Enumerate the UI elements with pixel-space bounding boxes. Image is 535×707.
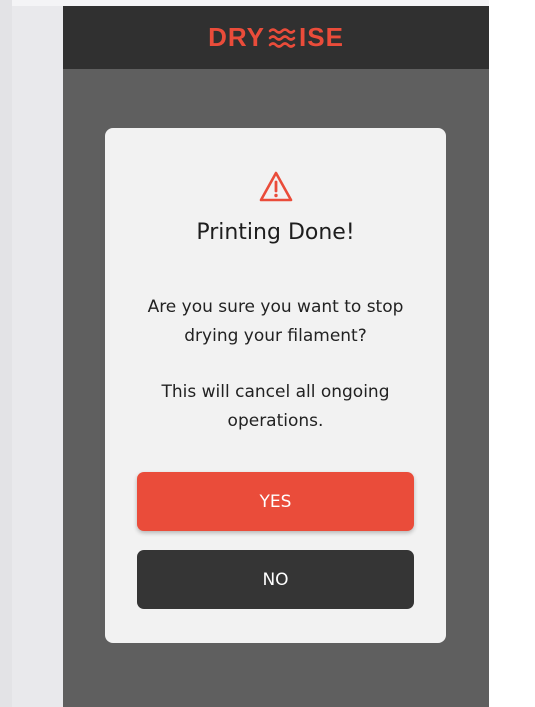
dialog-message-question: Are you sure you want to stop drying you… — [147, 297, 404, 346]
dialog-message-warning: This will cancel all ongoing operations. — [161, 382, 390, 431]
logo-text-left: DRY — [208, 22, 265, 52]
left-edge — [0, 0, 12, 707]
app-screen: DRY ISE Printing Done! Are you sure you … — [63, 6, 489, 707]
wave-lines-icon — [268, 27, 296, 48]
dialog-title: Printing Done! — [196, 220, 355, 245]
warning-triangle-icon — [259, 171, 293, 202]
app-header: DRY ISE — [63, 6, 489, 69]
no-button[interactable]: NO — [137, 550, 414, 609]
yes-button[interactable]: YES — [137, 472, 414, 531]
right-blank-area — [489, 0, 535, 707]
confirm-dialog: Printing Done! Are you sure you want to … — [105, 128, 446, 643]
logo-text-right: ISE — [299, 22, 344, 52]
brand-logo: DRY ISE — [208, 22, 344, 53]
